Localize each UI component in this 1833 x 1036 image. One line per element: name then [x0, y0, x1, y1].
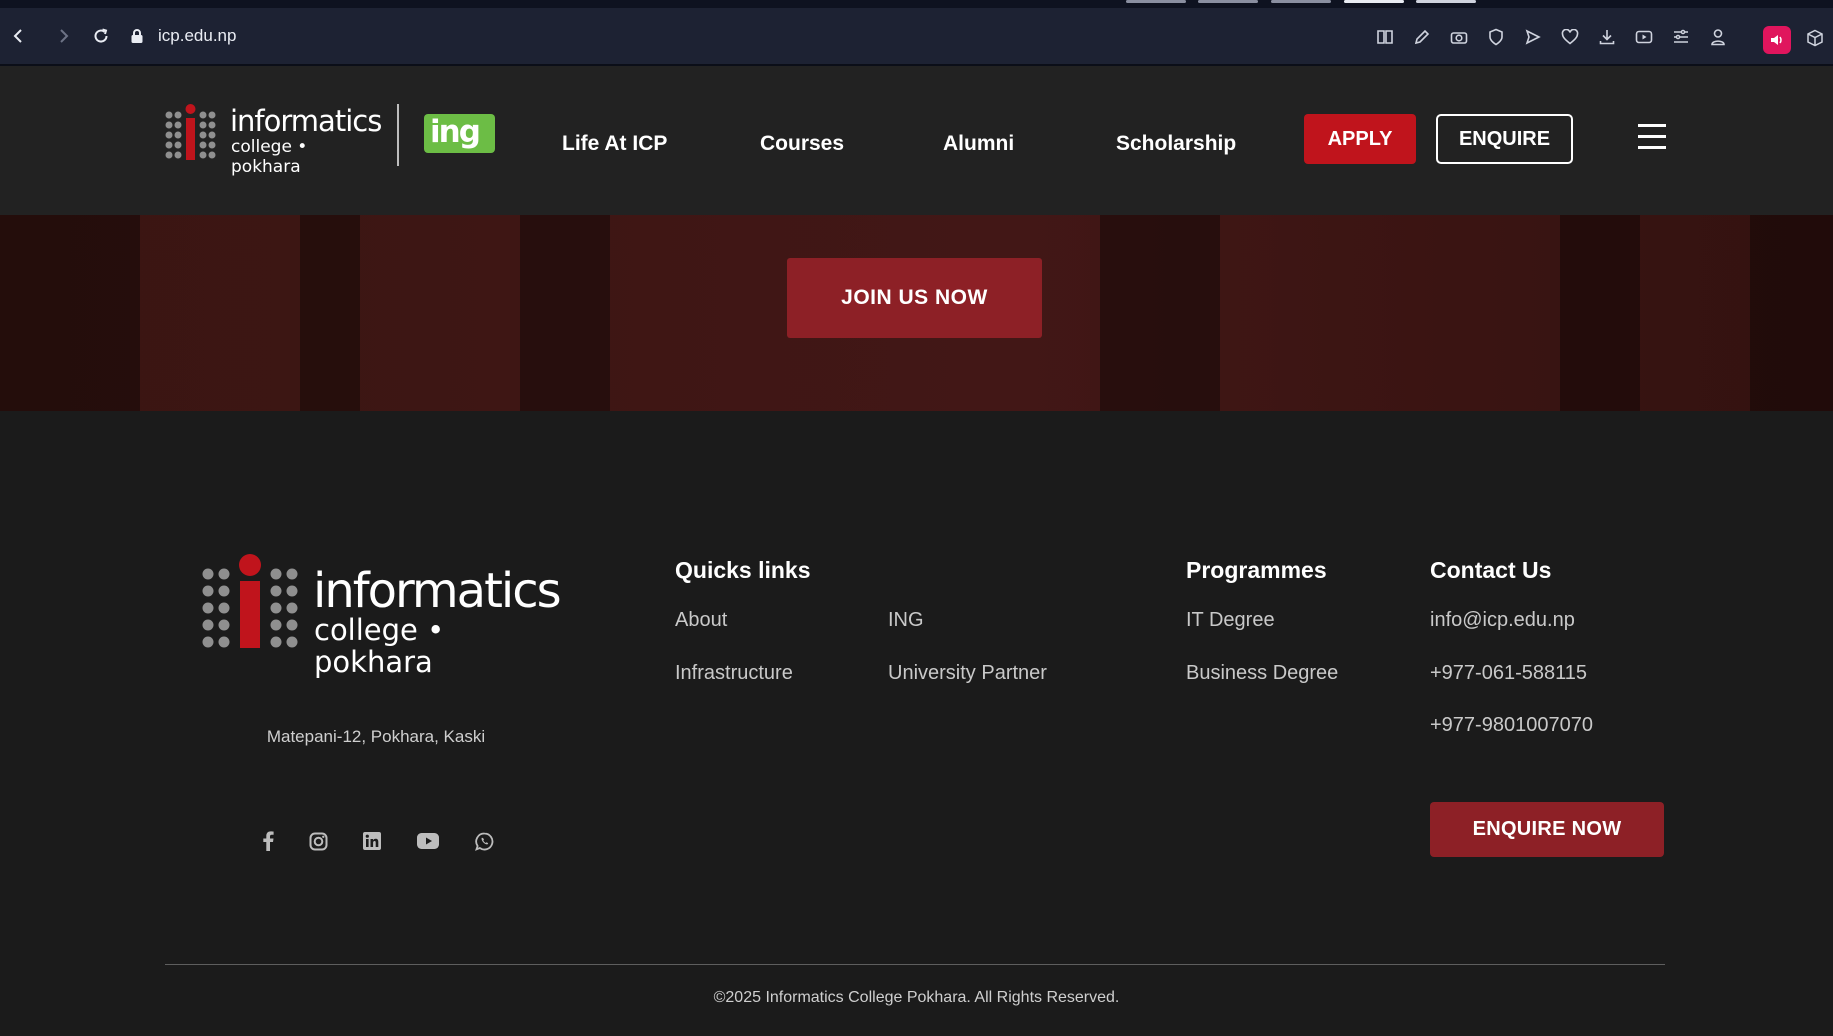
downloads-button[interactable]	[1596, 26, 1618, 48]
reader-view-button[interactable]	[1374, 26, 1396, 48]
extension-button[interactable]	[1763, 26, 1791, 54]
hamburger-line	[1638, 124, 1666, 127]
forward-button[interactable]	[52, 25, 74, 47]
user-icon	[1711, 29, 1725, 46]
hero-banner: JOIN US NOW	[0, 215, 1833, 411]
forward-arrow-icon	[60, 29, 69, 43]
send-button[interactable]	[1522, 26, 1544, 48]
hamburger-line	[1638, 146, 1666, 149]
hero-background-shade	[1100, 215, 1220, 411]
extensions-menu-button[interactable]	[1806, 29, 1828, 51]
url-text: icp.edu.np	[158, 26, 237, 45]
facebook-icon	[263, 831, 274, 851]
nav-alumni[interactable]: Alumni	[943, 124, 1014, 164]
footer-logo-title: informatics	[313, 563, 562, 619]
linkedin-link[interactable]	[360, 829, 384, 853]
send-icon	[1525, 29, 1541, 45]
cube-icon	[1807, 29, 1823, 47]
profile-button[interactable]	[1707, 26, 1729, 48]
browser-tool-icons	[1374, 26, 1729, 48]
whatsapp-link[interactable]	[472, 829, 496, 853]
footer-link-ing[interactable]: ING	[888, 609, 924, 632]
whatsapp-icon	[474, 832, 493, 851]
programmes-title: Programmes	[1186, 557, 1327, 583]
sliders-icon	[1674, 29, 1688, 43]
hero-background-shade	[300, 215, 360, 411]
site-header: informatics college • pokhara ing Life A…	[0, 66, 1833, 215]
settings-button[interactable]	[1670, 26, 1692, 48]
tab-indicator	[1271, 0, 1331, 3]
footer-link-it-degree[interactable]: IT Degree	[1186, 609, 1275, 632]
pen-icon	[1414, 29, 1430, 45]
hamburger-menu-button[interactable]	[1638, 124, 1666, 150]
back-arrow-icon	[13, 29, 22, 43]
tab-indicator	[1126, 0, 1186, 3]
reload-button[interactable]	[90, 25, 112, 47]
youtube-icon	[417, 833, 439, 849]
linkedin-icon	[363, 832, 381, 850]
contact-email[interactable]: info@icp.edu.np	[1430, 609, 1575, 632]
lock-icon	[131, 29, 143, 43]
tab-indicator	[1416, 0, 1476, 3]
footer-link-business-degree[interactable]: Business Degree	[1186, 662, 1338, 685]
footer-link-university-partner[interactable]: University Partner	[888, 662, 1047, 685]
copyright-text: ©2025 Informatics College Pokhara. All R…	[713, 989, 1120, 1006]
page: icp.edu.np informatics college • pokhara…	[0, 0, 1833, 1036]
speaker-icon	[1771, 35, 1782, 45]
shield-button[interactable]	[1485, 26, 1507, 48]
back-button[interactable]	[8, 25, 30, 47]
contact-phone-landline[interactable]: +977-061-588115	[1430, 662, 1587, 685]
nav-courses[interactable]: Courses	[760, 124, 844, 164]
nav-scholarship[interactable]: Scholarship	[1116, 124, 1236, 164]
join-us-now-button[interactable]: JOIN US NOW	[787, 258, 1042, 338]
download-icon	[1599, 30, 1615, 45]
footer-link-about[interactable]: About	[675, 609, 727, 632]
media-icon	[1635, 30, 1653, 44]
enquire-button[interactable]: ENQUIRE	[1436, 114, 1573, 164]
media-button[interactable]	[1633, 26, 1655, 48]
book-icon	[1377, 30, 1393, 44]
tab-indicator	[1198, 0, 1258, 3]
hero-background-shade	[0, 215, 140, 411]
site-footer: informatics college • pokhara Matepani-1…	[0, 411, 1833, 1036]
camera-icon	[1450, 32, 1468, 44]
footer-logo-subtitle: college • pokhara	[314, 613, 445, 679]
tab-indicator-active	[1344, 0, 1404, 3]
apply-button[interactable]: APPLY	[1304, 114, 1416, 164]
instagram-link[interactable]	[306, 829, 330, 853]
quick-links-title: Quicks links	[675, 557, 811, 583]
hero-background-shade	[1560, 215, 1640, 411]
contact-phone-mobile[interactable]: +977-9801007070	[1430, 714, 1593, 737]
instagram-icon	[309, 832, 327, 850]
hero-background-shade	[1750, 215, 1833, 411]
heart-icon	[1561, 29, 1579, 45]
youtube-link[interactable]	[416, 829, 440, 853]
reload-icon	[94, 28, 108, 43]
footer-logo[interactable]: informatics college • pokhara	[200, 554, 562, 678]
screenshot-button[interactable]	[1448, 26, 1470, 48]
shield-icon	[1489, 28, 1503, 46]
facebook-link[interactable]	[256, 829, 280, 853]
enquire-now-button[interactable]: ENQUIRE NOW	[1430, 802, 1664, 857]
footer-divider	[165, 964, 1665, 965]
browser-toolbar: icp.edu.np	[0, 8, 1833, 64]
browser-tabstrip	[0, 0, 1833, 8]
contact-us-title: Contact Us	[1430, 557, 1552, 583]
footer-link-infrastructure[interactable]: Infrastructure	[675, 662, 793, 685]
hamburger-line	[1638, 135, 1666, 138]
favorites-button[interactable]	[1559, 26, 1581, 48]
nav-life-at-icp[interactable]: Life At ICP	[562, 124, 667, 164]
edit-button[interactable]	[1411, 26, 1433, 48]
hero-background-shade	[520, 215, 610, 411]
footer-address: Matepani-12, Pokhara, Kaski	[266, 727, 486, 746]
informatics-logo-mark	[202, 554, 298, 648]
